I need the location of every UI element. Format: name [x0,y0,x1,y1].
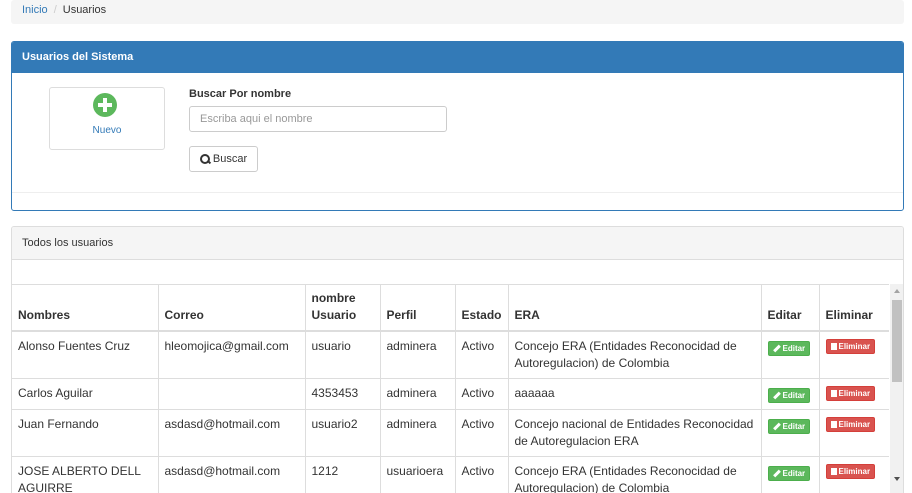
cell-era: Concejo ERA (Entidades Reconocidad de Au… [507,456,762,493]
cell-editar: Editar [760,456,820,493]
cell-perfil: adminera [379,378,456,410]
delete-button[interactable]: Eliminar [825,464,876,479]
scrollbar-thumb[interactable] [892,300,902,382]
all-users-panel-title: Todos los usuarios [12,227,903,260]
cell-nombres: Juan Fernando [12,409,159,457]
new-user-button[interactable]: Nuevo [49,87,165,150]
table-row: Alonso Fuentes Cruz hleomojica@gmail.com… [12,330,889,379]
cell-estado: Activo [454,330,509,379]
new-user-label: Nuevo [92,125,122,136]
trash-icon [830,390,837,397]
search-input[interactable] [189,106,447,132]
pencil-icon [772,422,781,431]
breadcrumb-current: Usuarios [62,4,107,16]
scroll-up-arrow-icon[interactable] [894,289,900,293]
cell-usuario: usuario2 [304,409,381,457]
edit-button-label: Editar [782,422,806,431]
scroll-down-arrow-icon[interactable] [894,477,900,481]
cell-era: Concejo nacional de Entidades Reconocida… [507,409,762,457]
table-row: Juan Fernando asdasd@hotmail.com usuario… [12,409,889,457]
plus-circle-icon [93,93,117,117]
table-header-row: Nombres Correo nombre Usuario Perfil Est… [12,284,889,332]
edit-button-label: Editar [782,391,806,400]
column-header: Estado [454,284,509,332]
column-header: ERA [507,284,762,332]
search-button[interactable]: Buscar [189,146,258,172]
cell-usuario: 4353453 [304,378,381,410]
delete-button-label: Eliminar [838,467,871,476]
delete-button-label: Eliminar [838,389,871,398]
edit-button[interactable]: Editar [767,466,811,481]
cell-perfil: adminera [379,330,456,379]
cell-nombres: Alonso Fuentes Cruz [12,330,159,379]
search-label: Buscar Por nombre [189,88,292,100]
edit-button[interactable]: Editar [767,341,811,356]
cell-nombres: Carlos Aguilar [12,378,159,410]
delete-button-label: Eliminar [838,342,871,351]
search-icon [199,154,210,164]
trash-icon [830,343,837,350]
delete-button[interactable]: Eliminar [825,417,876,432]
column-header: nombre Usuario [304,284,381,332]
panel-divider [12,192,903,193]
column-header: Eliminar [818,284,889,332]
table-row: JOSE ALBERTO DELL AGUIRRE asdasd@hotmail… [12,456,889,493]
cell-era: Concejo ERA (Entidades Reconocidad de Au… [507,330,762,379]
column-header: Nombres [12,284,159,332]
edit-button[interactable]: Editar [767,388,811,403]
cell-usuario: 1212 [304,456,381,493]
breadcrumb: Inicio / Usuarios [11,0,904,24]
cell-correo: asdasd@hotmail.com [157,409,306,457]
users-table-scroll[interactable]: Nombres Correo nombre Usuario Perfil Est… [12,284,889,493]
cell-correo [157,378,306,410]
cell-eliminar: Eliminar [818,456,889,493]
edit-button[interactable]: Editar [767,419,811,434]
cell-eliminar: Eliminar [818,409,889,457]
breadcrumb-separator: / [53,4,57,16]
column-header: Correo [157,284,306,332]
cell-era: aaaaaa [507,378,762,410]
column-header: Perfil [379,284,456,332]
cell-eliminar: Eliminar [818,330,889,379]
pencil-icon [772,344,781,353]
cell-correo: hleomojica@gmail.com [157,330,306,379]
edit-button-label: Editar [782,344,806,353]
cell-editar: Editar [760,330,820,379]
edit-button-label: Editar [782,469,806,478]
cell-estado: Activo [454,456,509,493]
cell-correo: asdasd@hotmail.com [157,456,306,493]
cell-estado: Activo [454,409,509,457]
breadcrumb-home-link[interactable]: Inicio [22,4,48,16]
pencil-icon [772,469,781,478]
system-users-panel-title: Usuarios del Sistema [12,42,903,73]
cell-perfil: adminera [379,409,456,457]
system-users-panel: Usuarios del Sistema Nuevo Buscar Por no… [11,41,904,211]
cell-eliminar: Eliminar [818,378,889,410]
pencil-icon [772,391,781,400]
users-table: Nombres Correo nombre Usuario Perfil Est… [12,284,889,493]
delete-button[interactable]: Eliminar [825,339,876,354]
table-row: Carlos Aguilar 4353453 adminera Activo a… [12,378,889,410]
cell-estado: Activo [454,378,509,410]
trash-icon [830,468,837,475]
cell-nombres: JOSE ALBERTO DELL AGUIRRE [12,456,159,493]
cell-editar: Editar [760,378,820,410]
delete-button-label: Eliminar [838,420,871,429]
table-scrollbar[interactable] [890,284,903,493]
search-button-label: Buscar [212,153,248,165]
trash-icon [830,421,837,428]
cell-perfil: usuarioera [379,456,456,493]
all-users-panel: Todos los usuarios Nombres Correo nombre… [11,226,904,493]
delete-button[interactable]: Eliminar [825,386,876,401]
cell-editar: Editar [760,409,820,457]
column-header: Editar [760,284,820,332]
cell-usuario: usuario [304,330,381,379]
